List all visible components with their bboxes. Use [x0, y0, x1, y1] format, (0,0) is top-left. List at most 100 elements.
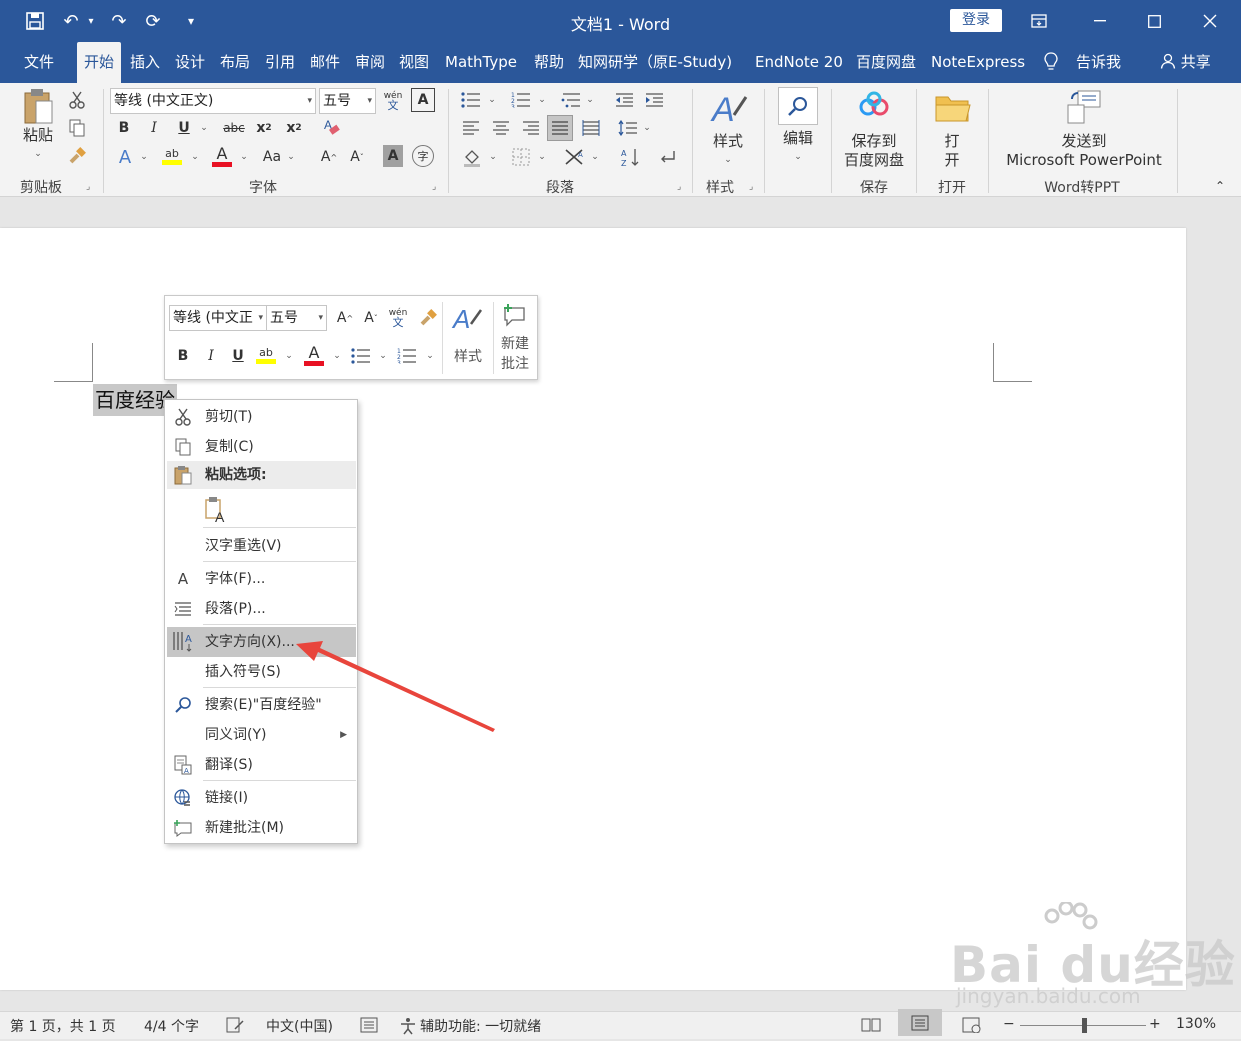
font-size-combo[interactable]: 五号 ▾	[319, 88, 376, 114]
clear-formatting-icon[interactable]: A	[320, 115, 344, 139]
menu-item-reconvert[interactable]: 汉字重选(V)	[165, 532, 357, 560]
italic-icon[interactable]: I	[143, 117, 165, 139]
mini-new-comment-button[interactable]: 新建 批注	[495, 302, 535, 374]
tab-estudy[interactable]: 知网研学（原E-Study)	[578, 42, 732, 83]
numbering-icon[interactable]: 123	[509, 89, 533, 111]
tab-design[interactable]: 设计	[175, 42, 205, 83]
subscript-icon[interactable]: x2	[253, 117, 275, 139]
tab-mailings[interactable]: 邮件	[310, 42, 340, 83]
menu-item-translate[interactable]: A 翻译(S)	[165, 751, 357, 779]
bullets-icon[interactable]	[349, 344, 373, 368]
highlight-color-icon[interactable]: ab	[254, 342, 278, 368]
format-painter-icon[interactable]	[66, 145, 88, 167]
align-left-icon[interactable]	[459, 117, 483, 139]
bullets-icon[interactable]	[459, 89, 483, 111]
refresh-icon[interactable]: ⟳	[140, 8, 166, 34]
multilevel-list-icon[interactable]	[559, 89, 583, 111]
justify-icon[interactable]	[547, 115, 573, 141]
tab-home[interactable]: 开始	[77, 42, 122, 83]
menu-item-new-comment[interactable]: 新建批注(M)	[165, 814, 357, 842]
menu-item-synonyms[interactable]: 同义词(Y) ▶	[165, 721, 357, 749]
chevron-down-icon[interactable]: ⌄	[283, 344, 295, 368]
align-right-icon[interactable]	[519, 117, 543, 139]
zoom-slider-thumb[interactable]	[1082, 1018, 1087, 1033]
customize-icon[interactable]: ▾	[178, 8, 204, 34]
accessibility-status[interactable]: 辅助功能: 一切就绪	[420, 1016, 541, 1036]
proofing-icon[interactable]	[226, 1017, 244, 1037]
menu-item-insert-symbol[interactable]: 插入符号(S)	[165, 658, 357, 686]
shading-icon[interactable]	[460, 145, 484, 169]
chevron-down-icon[interactable]: ⌄	[584, 89, 596, 111]
chevron-down-icon[interactable]: ⌄	[486, 89, 498, 111]
tab-file[interactable]: 文件	[24, 42, 54, 83]
chevron-down-icon[interactable]: ⌄	[589, 145, 601, 169]
strikethrough-icon[interactable]: abc	[221, 117, 247, 139]
text-effects-icon[interactable]: A	[114, 145, 136, 169]
styles-launcher-icon[interactable]: ⌟	[749, 182, 759, 192]
tab-mathtype[interactable]: MathType	[445, 42, 517, 83]
superscript-icon[interactable]: x2	[283, 117, 305, 139]
macro-icon[interactable]	[360, 1017, 378, 1037]
keep-text-only-paste-icon[interactable]: A	[203, 496, 229, 525]
chevron-down-icon[interactable]: ⌄	[331, 344, 343, 368]
chevron-down-icon[interactable]: ⌄	[198, 117, 210, 139]
italic-icon[interactable]: I	[201, 344, 221, 368]
menu-item-cut[interactable]: 剪切(T)	[165, 403, 357, 431]
phonetic-guide-icon[interactable]: wén 文	[382, 88, 404, 114]
minimize-icon[interactable]	[1077, 4, 1123, 38]
asian-layout-icon[interactable]: A	[562, 145, 588, 169]
font-name-combo[interactable]: 等线 (中文正文) ▾	[110, 88, 316, 114]
chevron-down-icon[interactable]: ⌄	[536, 145, 548, 169]
ribbon-display-icon[interactable]	[1016, 4, 1062, 38]
paragraph-launcher-icon[interactable]: ⌟	[677, 182, 687, 192]
collapse-ribbon-icon[interactable]: ⌃	[1212, 179, 1228, 193]
tab-insert[interactable]: 插入	[130, 42, 160, 83]
menu-item-link[interactable]: 链接(I)	[165, 784, 357, 812]
align-center-icon[interactable]	[489, 117, 513, 139]
print-layout-button[interactable]	[898, 1009, 942, 1036]
font-color-icon[interactable]: A	[210, 143, 234, 169]
show-marks-icon[interactable]	[655, 145, 679, 169]
numbering-icon[interactable]: 123	[395, 344, 419, 368]
chevron-down-icon[interactable]: ⌄	[238, 145, 250, 169]
menu-item-search[interactable]: 搜索(E)"百度经验"	[165, 691, 357, 719]
tab-noteexpress[interactable]: NoteExpress	[931, 42, 1025, 83]
language[interactable]: 中文(中国)	[266, 1016, 333, 1036]
save-to-baidu-button[interactable]: 保存到 百度网盘	[838, 87, 910, 170]
decrease-indent-icon[interactable]	[612, 89, 636, 111]
enclose-characters-icon[interactable]: 字	[412, 145, 434, 167]
line-spacing-icon[interactable]	[616, 117, 640, 139]
word-count[interactable]: 4/4 个字	[144, 1016, 199, 1036]
shrink-font-icon[interactable]: Aˇ	[346, 145, 368, 169]
chevron-down-icon[interactable]: ⌄	[536, 89, 548, 111]
redo-icon[interactable]: ↷	[106, 8, 132, 34]
increase-indent-icon[interactable]	[642, 89, 666, 111]
tab-help[interactable]: 帮助	[534, 42, 564, 83]
undo-icon[interactable]: ↶	[58, 8, 84, 34]
web-layout-icon[interactable]	[962, 1017, 982, 1037]
phonetic-guide-icon[interactable]: wén 文	[387, 305, 409, 331]
chevron-down-icon[interactable]: ⌄	[285, 145, 297, 169]
menu-item-copy[interactable]: 复制(C)	[165, 433, 357, 461]
zoom-level[interactable]: 130%	[1176, 1016, 1216, 1032]
chevron-down-icon[interactable]: ⌄	[487, 145, 499, 169]
chevron-down-icon[interactable]: ⌄	[424, 344, 436, 368]
undo-dropdown-icon[interactable]: ▾	[84, 8, 98, 34]
bold-icon[interactable]: B	[173, 344, 193, 368]
tab-view[interactable]: 视图	[399, 42, 429, 83]
menu-item-paragraph[interactable]: 段落(P)...	[165, 595, 357, 623]
copy-icon[interactable]	[66, 117, 88, 139]
paste-button[interactable]: 粘贴 ⌄	[18, 87, 58, 164]
highlight-color-icon[interactable]: ab	[160, 143, 184, 169]
mini-font-name-combo[interactable]: 等线 (中文正 ▾	[169, 305, 267, 331]
send-to-powerpoint-button[interactable]: 发送到 Microsoft PowerPoint	[996, 87, 1172, 170]
chevron-down-icon[interactable]: ⌄	[641, 117, 653, 139]
clipboard-launcher-icon[interactable]: ⌟	[86, 182, 96, 192]
mini-styles-button[interactable]: A 样式	[449, 302, 487, 367]
zoom-out-button[interactable]: −	[1003, 1016, 1015, 1032]
tab-layout[interactable]: 布局	[220, 42, 250, 83]
login-button[interactable]: 登录	[950, 9, 1002, 32]
chevron-down-icon[interactable]: ⌄	[377, 344, 389, 368]
styles-button[interactable]: A 样式 ⌄	[700, 87, 756, 170]
share-button[interactable]: 共享	[1160, 42, 1211, 83]
